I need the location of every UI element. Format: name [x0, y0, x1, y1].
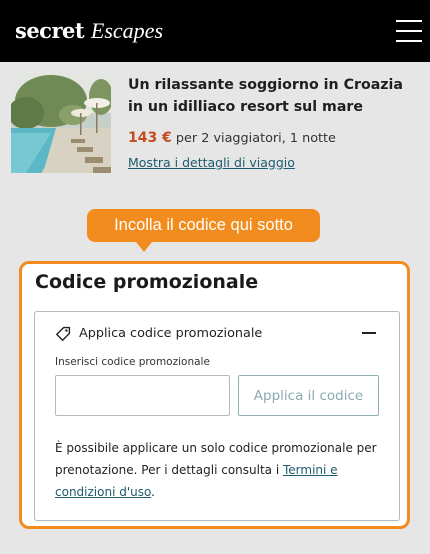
- promo-code-section: Codice promozionale Applica codice promo…: [19, 261, 410, 529]
- tag-icon: [56, 326, 71, 341]
- callout-arrow-icon: [136, 242, 152, 252]
- secret-escapes-logo[interactable]: secret Escapes: [15, 18, 163, 44]
- hamburger-menu-button[interactable]: [396, 19, 422, 43]
- show-trip-details-link[interactable]: Mostra i dettagli di viaggio: [128, 155, 295, 170]
- minus-icon[interactable]: [362, 332, 376, 334]
- resort-pool-thumbnail: [11, 73, 111, 173]
- price-line: 143 € per 2 viaggiatori, 1 notte: [128, 130, 336, 146]
- trip-title: Un rilassante soggiorno in Croazia in un…: [128, 77, 403, 115]
- promo-note: È possibile applicare un solo codice pro…: [55, 437, 395, 503]
- promo-section-title: Codice promozionale: [35, 271, 259, 293]
- menu-icon-bar: [396, 20, 422, 22]
- menu-icon-bar: [396, 40, 422, 42]
- apply-code-button[interactable]: Applica il codice: [238, 375, 379, 416]
- promo-code-panel: Applica codice promozionale Inserisci co…: [34, 311, 400, 521]
- promo-code-input[interactable]: [55, 375, 230, 416]
- menu-icon-bar: [396, 30, 422, 32]
- resort-pool-photo-icon: [11, 73, 111, 173]
- promo-note-end: .: [151, 485, 155, 499]
- logo-text-part2: Escapes: [90, 18, 164, 43]
- promo-code-field-label: Inserisci codice promozionale: [55, 356, 210, 368]
- apply-promo-code-label: Applica codice promozionale: [79, 326, 263, 341]
- apply-promo-code-toggle[interactable]: Applica codice promozionale: [55, 324, 375, 346]
- price-suffix: per 2 viaggiatori, 1 notte: [175, 131, 336, 146]
- top-navigation-bar: secret Escapes: [0, 0, 430, 62]
- logo-text-part1: secret: [15, 18, 85, 43]
- trip-price: 143 €: [128, 130, 172, 146]
- paste-code-callout: Incolla il codice qui sotto: [87, 209, 320, 242]
